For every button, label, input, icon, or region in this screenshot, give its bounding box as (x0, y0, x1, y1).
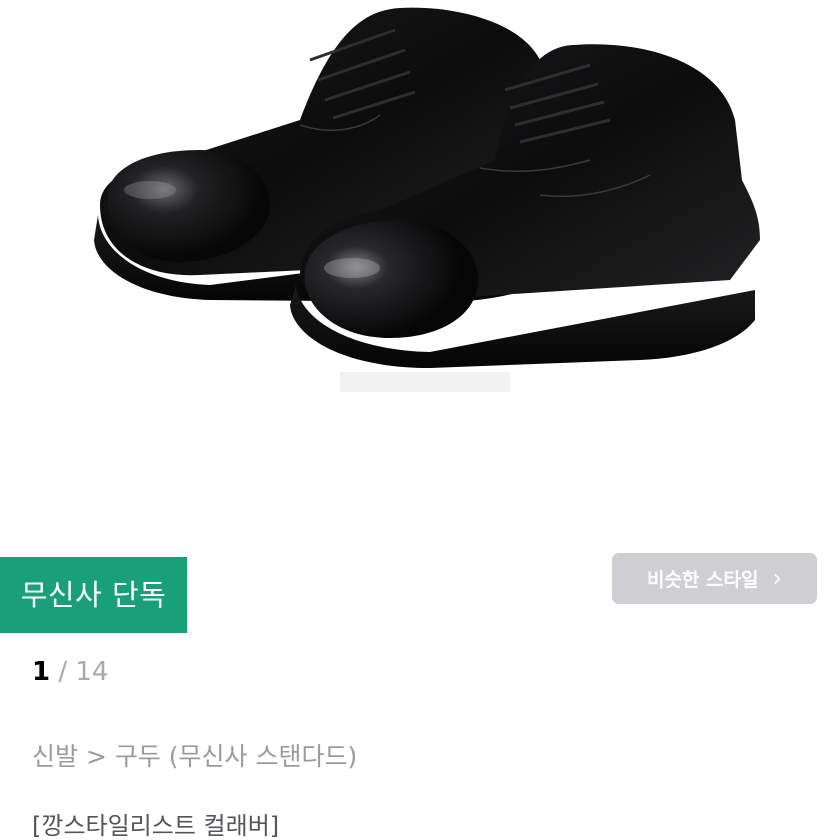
chevron-right-icon: › (772, 563, 783, 592)
pager-separator: / (58, 657, 68, 687)
product-detail-page: 무신사 단독 비슷한 스타일 › 1 / 14 신발 > 구두 (무신사 스탠다… (0, 0, 840, 840)
similar-style-label: 비슷한 스타일 (646, 569, 759, 591)
pager-current: 1 (32, 657, 51, 687)
product-image[interactable] (0, 0, 840, 540)
pager-total: 14 (75, 657, 109, 687)
image-pager: 1 / 14 (32, 657, 108, 687)
black-derby-shoes-image (94, 7, 760, 392)
product-collab-label: [깡스타일리스트 컬래버] (32, 812, 280, 840)
similar-style-button[interactable]: 비슷한 스타일 › (612, 553, 817, 604)
exclusive-badge: 무신사 단독 (0, 557, 187, 633)
category-breadcrumb[interactable]: 신발 > 구두 (무신사 스탠다드) (32, 737, 357, 773)
